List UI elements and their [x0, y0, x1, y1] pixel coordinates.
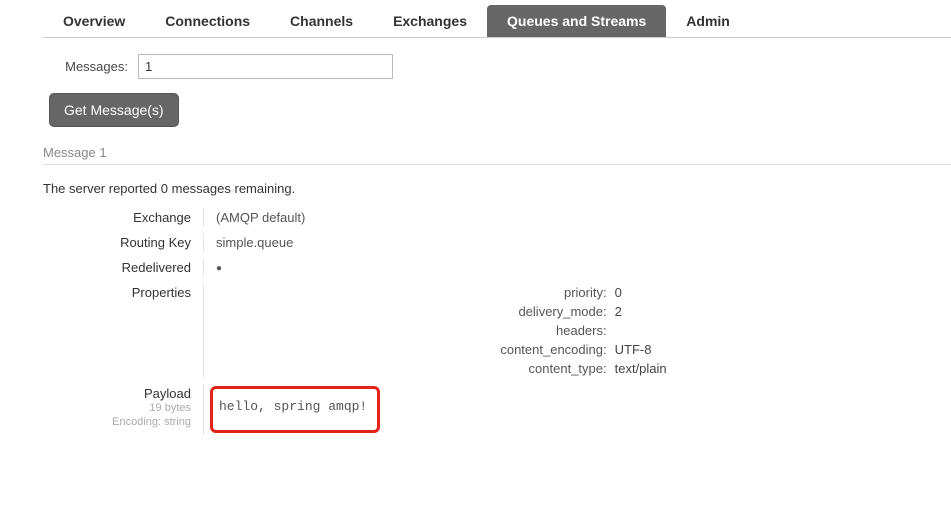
tab-exchanges[interactable]: Exchanges [373, 5, 487, 37]
remaining-info: The server reported 0 messages remaining… [43, 181, 951, 196]
exchange-value: (AMQP default) [203, 208, 951, 227]
props-table: priority: 0 delivery_mode: 2 headers: co… [216, 285, 951, 376]
tab-queues-and-streams[interactable]: Queues and Streams [487, 5, 666, 37]
remaining-suffix: messages remaining. [168, 181, 295, 196]
prop-headers-val [615, 323, 951, 338]
payload-label-cell: Payload 19 bytes Encoding: string [43, 384, 203, 435]
properties-value: priority: 0 delivery_mode: 2 headers: co… [203, 283, 951, 378]
properties-label: Properties [43, 283, 203, 378]
main-content: Messages: Get Message(s) Message 1 The s… [43, 46, 951, 435]
redelivered-dot-icon: ● [216, 263, 222, 274]
payload-value-cell: hello, spring amqp! [203, 384, 951, 435]
payload-label: Payload [43, 386, 191, 401]
tab-connections[interactable]: Connections [145, 5, 270, 37]
prop-delivery-mode-key: delivery_mode: [216, 304, 607, 319]
top-tabs: Overview Connections Channels Exchanges … [43, 5, 951, 38]
prop-priority-val: 0 [615, 285, 951, 300]
prop-content-type-val: text/plain [615, 361, 951, 376]
prop-content-encoding-val: UTF-8 [615, 342, 951, 357]
remaining-count: 0 [161, 181, 168, 196]
payload-encoding: Encoding: string [43, 415, 191, 429]
payload-size: 19 bytes [43, 401, 191, 415]
prop-content-type-key: content_type: [216, 361, 607, 376]
message-details: Exchange (AMQP default) Routing Key simp… [43, 208, 951, 435]
payload-content: hello, spring amqp! [210, 386, 380, 433]
tab-admin[interactable]: Admin [666, 5, 750, 37]
remaining-prefix: The server reported [43, 181, 161, 196]
prop-content-encoding-key: content_encoding: [216, 342, 607, 357]
exchange-label: Exchange [43, 208, 203, 227]
message-heading: Message 1 [43, 145, 951, 165]
messages-row: Messages: [43, 54, 951, 79]
messages-input[interactable] [138, 54, 393, 79]
get-messages-button[interactable]: Get Message(s) [49, 93, 179, 127]
routing-key-value: simple.queue [203, 233, 951, 252]
prop-delivery-mode-val: 2 [615, 304, 951, 319]
messages-label: Messages: [43, 59, 128, 74]
tab-channels[interactable]: Channels [270, 5, 373, 37]
redelivered-label: Redelivered [43, 258, 203, 277]
routing-key-label: Routing Key [43, 233, 203, 252]
tab-overview[interactable]: Overview [43, 5, 145, 37]
prop-headers-key: headers: [216, 323, 607, 338]
redelivered-value: ● [203, 258, 951, 277]
prop-priority-key: priority: [216, 285, 607, 300]
